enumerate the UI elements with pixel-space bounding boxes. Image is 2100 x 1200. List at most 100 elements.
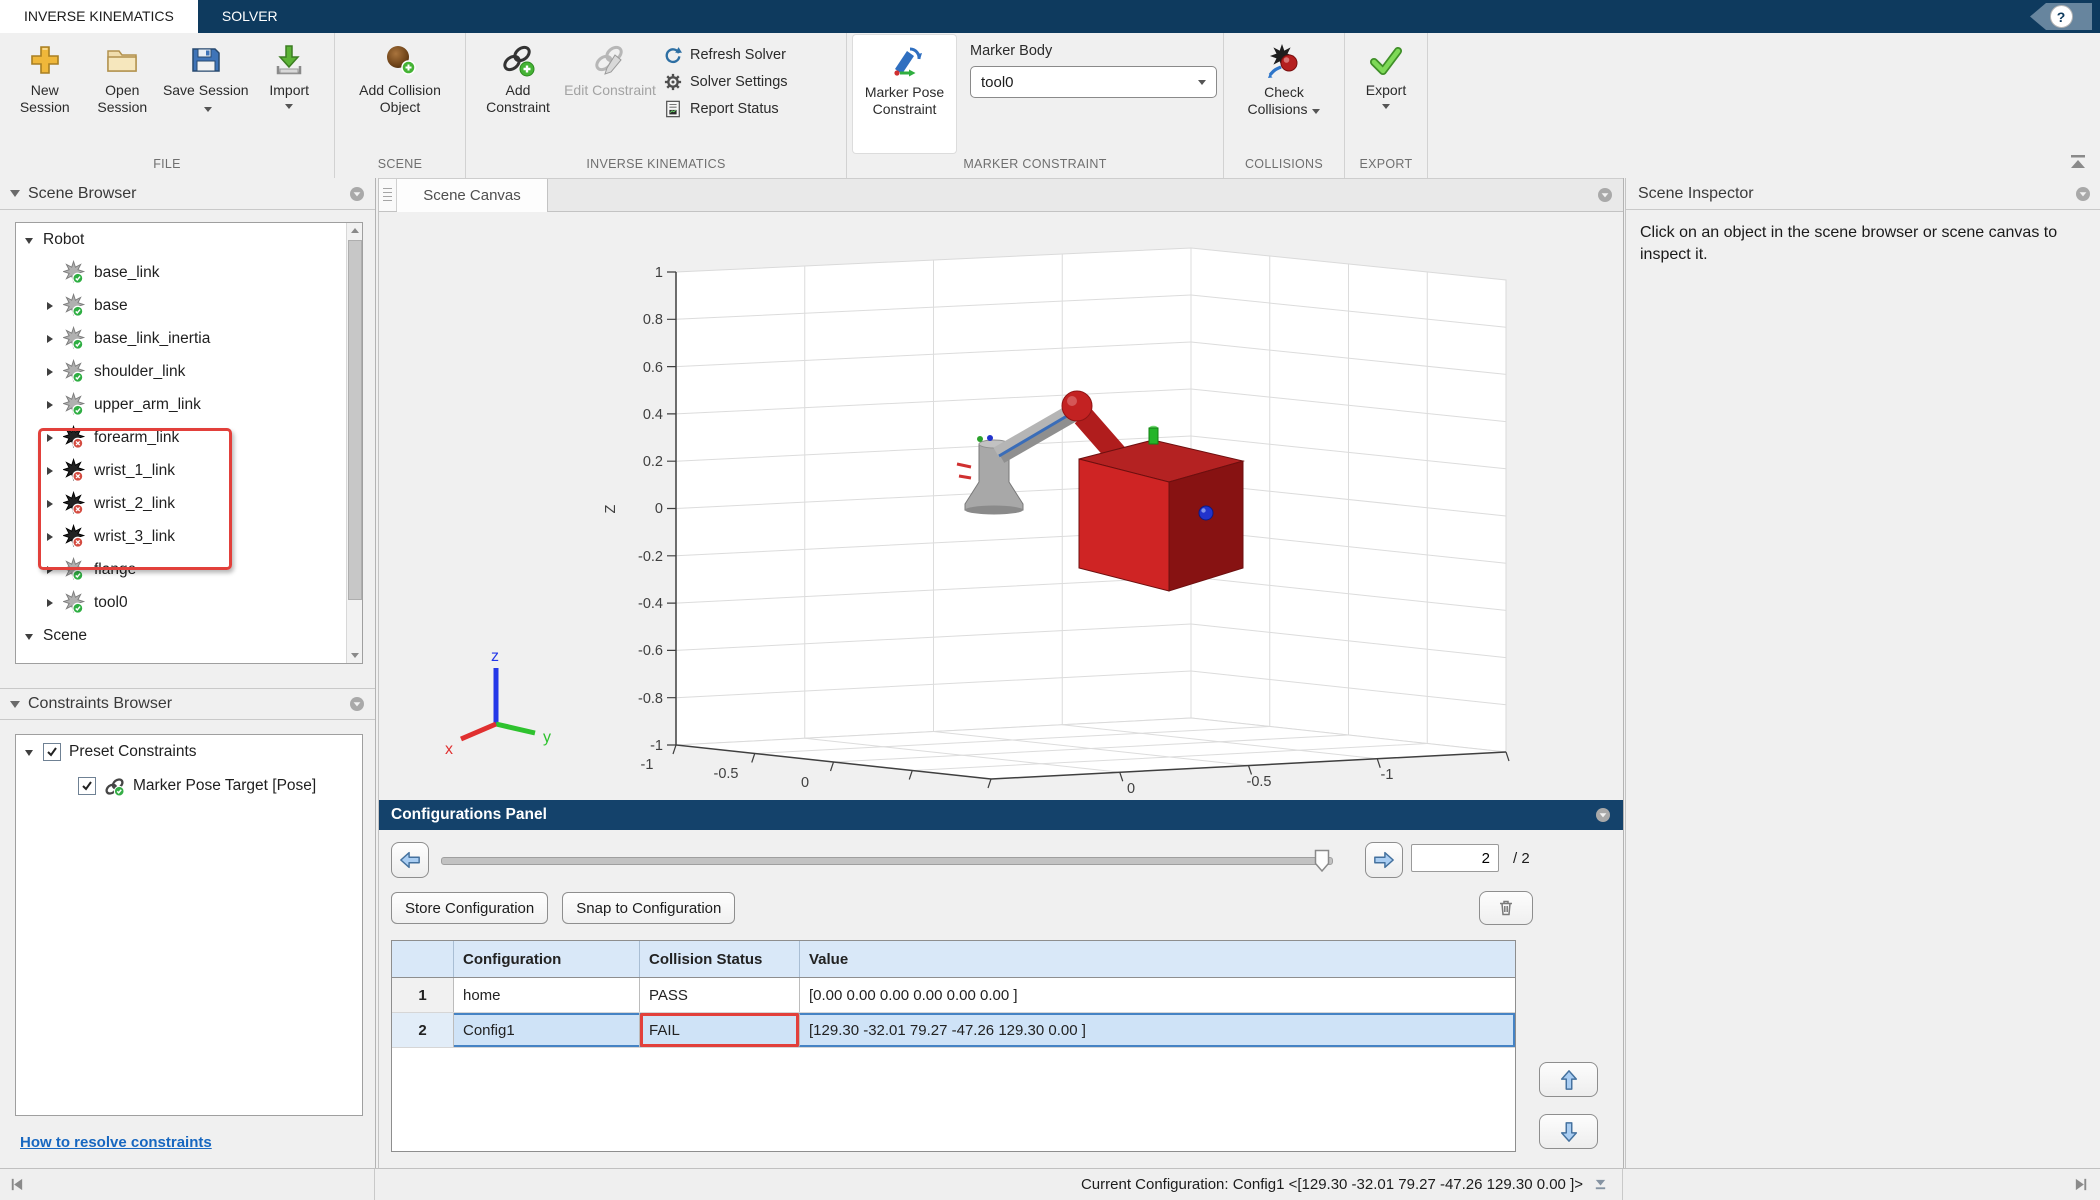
expander-icon[interactable]	[44, 399, 56, 411]
expander-icon[interactable]	[44, 432, 56, 444]
configuration-cell[interactable]: Config1	[454, 1013, 640, 1047]
tree-item-flange[interactable]: flange	[16, 553, 362, 586]
panel-chevron-icon[interactable]	[2075, 186, 2091, 202]
expander-icon[interactable]	[44, 465, 56, 477]
chain-pencil-icon	[593, 43, 627, 77]
tree-item-base-link[interactable]: base_link	[16, 256, 362, 289]
panel-chevron-icon[interactable]	[1597, 187, 1613, 203]
expander-icon[interactable]	[44, 333, 56, 345]
open-session-button[interactable]: Open Session	[84, 35, 162, 153]
configuration-slider[interactable]	[441, 857, 1333, 865]
scene-inspector-header[interactable]: Scene Inspector	[1626, 178, 2100, 210]
snap-to-configuration-button[interactable]: Snap to Configuration	[562, 892, 736, 924]
dock-down-icon[interactable]	[1593, 1177, 1608, 1192]
move-configuration-up-button[interactable]	[1539, 1062, 1598, 1097]
how-to-resolve-constraints-link[interactable]: How to resolve constraints	[20, 1134, 212, 1151]
ribbon-section-marker-constraint: Marker Pose Constraint Marker Body tool0…	[847, 33, 1224, 178]
constraints-browser-header[interactable]: Constraints Browser	[0, 688, 375, 720]
expander-icon[interactable]	[44, 300, 56, 312]
help-button[interactable]: ?	[2030, 3, 2092, 30]
table-row-selected[interactable]: 2 Config1 FAIL [129.30 -32.01 79.27 -47.…	[392, 1013, 1515, 1048]
tab-solver[interactable]: SOLVER	[198, 0, 302, 33]
slider-thumb[interactable]	[1314, 849, 1330, 873]
button-label: Refresh Solver	[690, 46, 786, 63]
ribbon-section-export: Export EXPORT	[1345, 33, 1428, 178]
expander-icon[interactable]	[44, 366, 56, 378]
panel-chevron-icon[interactable]	[349, 696, 365, 712]
collision-status-cell[interactable]: PASS	[640, 978, 800, 1012]
configuration-index-input[interactable]	[1411, 844, 1499, 872]
collapse-panel-icon[interactable]	[8, 1176, 25, 1193]
svg-text:0: 0	[801, 775, 809, 791]
table-row[interactable]: 1 home PASS [0.00 0.00 0.00 0.00 0.00 0.…	[392, 978, 1515, 1013]
store-configuration-button[interactable]: Store Configuration	[391, 892, 549, 924]
tree-item-wrist-2-link[interactable]: wrist_2_link	[16, 487, 362, 520]
expander-icon[interactable]	[44, 531, 56, 543]
preset-constraints-checkbox[interactable]	[43, 743, 61, 761]
previous-configuration-button[interactable]	[391, 842, 429, 878]
value-cell[interactable]: [0.00 0.00 0.00 0.00 0.00 0.00 ]	[800, 978, 1515, 1012]
marker-body-dropdown[interactable]: tool0	[970, 66, 1217, 98]
tree-item-robot[interactable]: Robot	[16, 223, 362, 256]
collapse-triangle-icon[interactable]	[10, 700, 20, 708]
save-session-button[interactable]: Save Session	[161, 35, 250, 153]
configuration-cell[interactable]: home	[454, 978, 640, 1012]
tree-item-marker-pose-target[interactable]: Marker Pose Target [Pose]	[16, 769, 362, 803]
pose-marker-icon	[887, 43, 923, 79]
tree-item-preset-constraints[interactable]: Preset Constraints	[16, 735, 362, 769]
export-button[interactable]: Export	[1351, 35, 1421, 153]
next-configuration-button[interactable]	[1365, 842, 1403, 878]
add-constraint-button[interactable]: Add Constraint	[472, 35, 564, 153]
expander-icon[interactable]	[44, 498, 56, 510]
expand-panel-icon[interactable]	[2073, 1176, 2090, 1193]
expander-icon[interactable]	[24, 630, 36, 642]
collision-status-cell-fail-highlight[interactable]: FAIL	[640, 1013, 800, 1047]
scroll-down-icon[interactable]	[347, 648, 362, 663]
collapse-ribbon-icon[interactable]	[2068, 152, 2088, 172]
floppy-disk-icon	[189, 43, 223, 77]
scene-browser-header[interactable]: Scene Browser	[0, 178, 375, 210]
tab-inverse-kinematics[interactable]: INVERSE KINEMATICS	[0, 0, 198, 33]
expander-icon[interactable]	[24, 746, 36, 758]
expander-icon[interactable]	[24, 234, 36, 246]
section-label-scene: SCENE	[377, 157, 423, 171]
marker-pose-target-checkbox[interactable]	[78, 777, 96, 795]
configurations-panel-header[interactable]: Configurations Panel	[379, 800, 1623, 830]
collapse-triangle-icon[interactable]	[10, 190, 20, 197]
tree-item-wrist-1-link[interactable]: wrist_1_link	[16, 454, 362, 487]
trash-can-icon	[1496, 898, 1516, 918]
collision-ok-icon	[63, 326, 86, 351]
scene-canvas[interactable]: 1 0.8 0.6 0.4 0.2 0 -0.2 -0.4 -0.6 -0.8 …	[379, 212, 1623, 800]
panel-chevron-icon[interactable]	[1595, 807, 1611, 823]
marker-pose-constraint-toggle[interactable]: Marker Pose Constraint	[853, 35, 956, 153]
tree-item-shoulder-link[interactable]: shoulder_link	[16, 355, 362, 388]
tree-item-scene[interactable]: Scene	[16, 619, 362, 652]
tree-item-base[interactable]: base	[16, 289, 362, 322]
tree-item-upper-arm-link[interactable]: upper_arm_link	[16, 388, 362, 421]
value-cell[interactable]: [129.30 -32.01 79.27 -47.26 129.30 0.00 …	[800, 1013, 1515, 1047]
tab-drag-handle[interactable]	[379, 179, 397, 211]
expander-icon[interactable]	[44, 597, 56, 609]
move-configuration-down-button[interactable]	[1539, 1114, 1598, 1149]
configuration-index-total: / 2	[1513, 850, 1530, 867]
new-session-button[interactable]: New Session	[6, 35, 84, 153]
tree-item-wrist-3-link[interactable]: wrist_3_link	[16, 520, 362, 553]
center-panel: Scene Canvas 1 0.8 0.6 0.4 0.2 0 -0.2 -0…	[378, 178, 1624, 1168]
import-button[interactable]: Import	[250, 35, 328, 153]
check-collisions-button[interactable]: Check Collisions	[1234, 35, 1334, 153]
edit-constraint-button[interactable]: Edit Constraint	[564, 35, 656, 153]
scroll-up-icon[interactable]	[347, 223, 362, 238]
refresh-solver-button[interactable]: Refresh Solver	[656, 41, 796, 68]
delete-configuration-button[interactable]	[1479, 891, 1533, 925]
tree-item-tool0[interactable]: tool0	[16, 586, 362, 619]
add-collision-object-button[interactable]: Add Collision Object	[344, 35, 456, 153]
tree-item-forearm-link[interactable]: forearm_link	[16, 421, 362, 454]
tree-scrollbar[interactable]	[346, 223, 362, 663]
expander-icon[interactable]	[44, 564, 56, 576]
tab-scene-canvas[interactable]: Scene Canvas	[397, 179, 548, 212]
scrollbar-thumb[interactable]	[348, 240, 362, 600]
solver-settings-button[interactable]: Solver Settings	[656, 68, 796, 95]
tree-item-base-link-inertia[interactable]: base_link_inertia	[16, 322, 362, 355]
panel-chevron-icon[interactable]	[349, 186, 365, 202]
report-status-button[interactable]: Report Status	[656, 95, 796, 122]
